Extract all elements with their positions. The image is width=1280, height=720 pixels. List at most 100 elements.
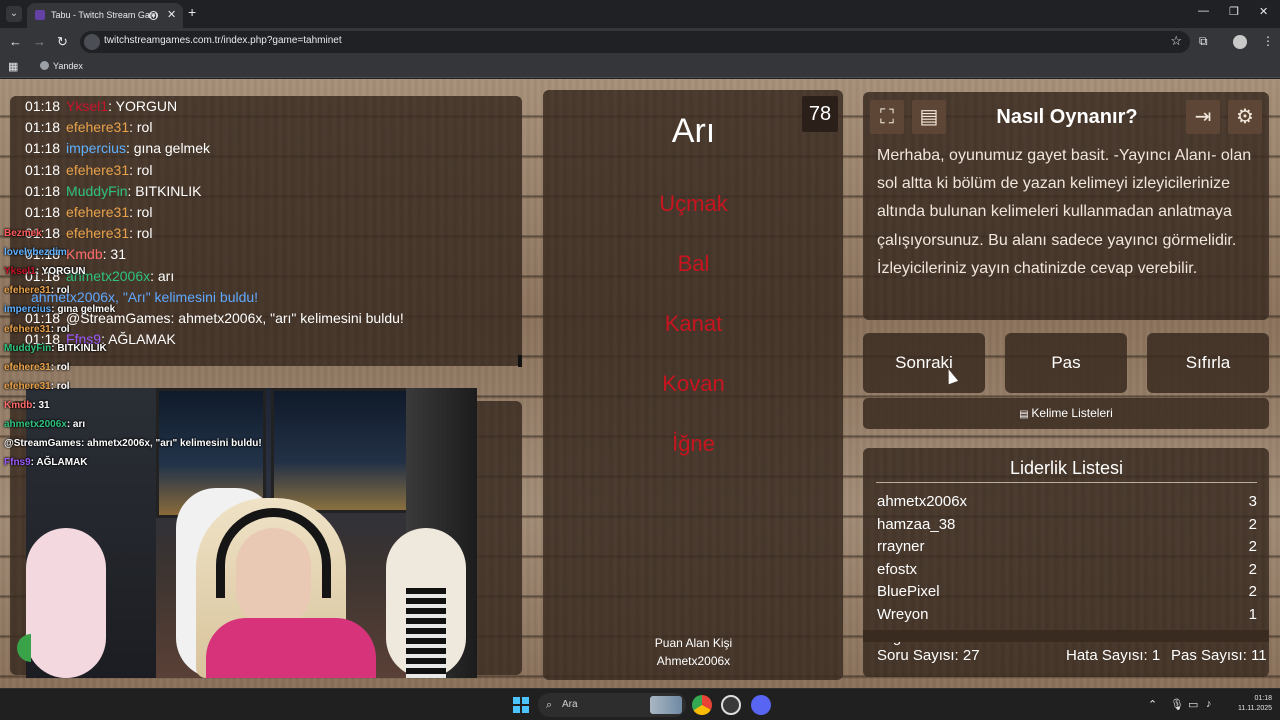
close-tab-icon[interactable]: ✕	[167, 3, 176, 27]
taskbar-search[interactable]: ⌕ Ara	[538, 693, 686, 717]
volume-icon[interactable]: ♪	[1206, 698, 1212, 710]
reload-button[interactable]: ↻	[57, 34, 68, 50]
word-lists-button[interactable]: ▤ Kelime Listeleri	[863, 398, 1269, 429]
site-info-icon[interactable]	[84, 34, 100, 50]
extensions-icon[interactable]: ⧉	[1199, 34, 1208, 49]
restore-button[interactable]: ❐	[1229, 5, 1239, 18]
obs-icon[interactable]	[721, 695, 741, 715]
chat-message: 01:18 efehere31: rol	[25, 202, 520, 223]
chat-scrollbar[interactable]	[518, 355, 522, 367]
forward-button[interactable]: →	[33, 34, 46, 49]
webcam-video	[26, 388, 477, 678]
chat-time: 01:18	[25, 182, 61, 199]
overlay-text: : rol	[50, 285, 70, 297]
chat-text: : rol	[129, 119, 153, 136]
chat-username[interactable]: Yksel1	[66, 98, 108, 114]
active-tab[interactable]: Tabu - Twitch Stream Gam ✕	[27, 3, 183, 28]
bookmark-yandex[interactable]: Yandex	[40, 61, 83, 71]
overlay-chat-message: efehere31: rol	[4, 324, 484, 335]
exit-icon[interactable]: ⇥	[1186, 100, 1220, 134]
taboo-word: Uçmak	[659, 191, 728, 216]
back-button[interactable]: ←	[9, 34, 22, 49]
overlay-chat-message: lovelybezdim	[4, 247, 484, 258]
clock-time: 01:18	[1254, 695, 1272, 702]
word-lists-label: Kelime Listeleri	[1031, 406, 1113, 420]
microphone-icon[interactable]: 🎙	[1170, 698, 1184, 711]
pass-button[interactable]: Pas	[1005, 333, 1127, 393]
chat-username[interactable]: efehere31	[66, 204, 129, 220]
network-icon[interactable]: ▭	[1188, 698, 1198, 711]
chat-time: 01:18	[25, 98, 61, 114]
chat-username[interactable]: efehere31	[66, 162, 129, 178]
taboo-word: Bal	[677, 251, 710, 276]
overlay-username: ahmetx2006x	[4, 419, 67, 430]
overlay-chat-message: efehere31: rol	[4, 381, 484, 392]
fullscreen-icon[interactable]: ⛶	[870, 100, 904, 134]
url-text[interactable]: twitchstreamgames.com.tr/index.php?game=…	[104, 35, 342, 46]
player-name: ahmetx2006x	[877, 493, 968, 510]
overlay-text: : AĞLAMAK	[30, 457, 88, 469]
chat-username[interactable]: impercius	[66, 140, 126, 156]
settings-icon[interactable]: ⚙	[1228, 100, 1262, 134]
taboo-word: Kanat	[664, 311, 723, 336]
overlay-username: efehere31	[4, 323, 51, 335]
recording-icon	[149, 11, 158, 20]
chat-username[interactable]: MuddyFin	[66, 183, 127, 199]
how-to-title: Nasıl Oynanır?	[996, 106, 1138, 128]
overlay-text: : ahmetx2006x, "arı" kelimesini buldu!	[81, 438, 262, 450]
overlay-text: : rol	[50, 361, 70, 373]
minimize-button[interactable]: —	[1198, 5, 1209, 17]
bookmark-star-icon[interactable]: ☆	[1170, 33, 1182, 49]
tab-title: Tabu - Twitch Stream Gam	[51, 10, 158, 20]
target-word: Arı	[671, 112, 716, 150]
chat-username[interactable]: efehere31	[66, 119, 129, 135]
player-score: 2	[1248, 538, 1257, 556]
taskbar: ⌕ Ara ⌃ 🎙 ▭ ♪ 01:18 11.11.2025	[0, 688, 1280, 720]
chrome-icon[interactable]	[692, 695, 712, 715]
overlay-username: efehere31	[4, 380, 51, 392]
chat-time: 01:18	[25, 203, 61, 220]
discord-icon[interactable]	[751, 695, 771, 715]
close-window-button[interactable]: ✕	[1259, 5, 1268, 18]
leaderboard-row: Wreyon 1	[877, 604, 1257, 627]
profile-avatar[interactable]	[1233, 35, 1247, 49]
player-score: 2	[1248, 583, 1257, 601]
apps-grid-icon[interactable]: ▦	[8, 60, 18, 73]
leaderboard-row: ahmetx2006x 3	[877, 491, 1257, 514]
player-name: hamzaa_38	[877, 515, 956, 533]
menu-icon[interactable]: ⋮	[1262, 34, 1274, 48]
start-button[interactable]	[513, 697, 529, 713]
chat-text: : rol	[129, 161, 153, 178]
tray-chevron-icon[interactable]: ⌃	[1148, 698, 1157, 711]
leaderboard-fade	[863, 630, 1269, 642]
chat-text: : gına gelmek	[125, 140, 211, 157]
player-score: 2	[1248, 515, 1257, 533]
bookmarks-bar: ▦ Yandex	[0, 56, 1280, 78]
chat-message: 01:18 efehere31: rol	[25, 117, 520, 138]
taboo-word: İğne	[672, 431, 715, 456]
overlay-username: MuddyFin	[4, 342, 52, 354]
overlay-chat-message: Yksel1: YORGUN	[4, 266, 484, 277]
chat-message: 01:18 Yksel1: YORGUN	[25, 96, 520, 117]
reset-button[interactable]: Sıfırla	[1147, 333, 1269, 393]
divider	[876, 482, 1257, 483]
overlay-text: : 31	[32, 399, 50, 411]
overlay-username: Kmdb	[4, 399, 33, 411]
taboo-word: Kovan	[662, 371, 725, 396]
questions-count: Soru Sayısı: 27	[877, 647, 980, 664]
overlay-text: : rol	[50, 323, 70, 335]
tab-strip: ⌄ Tabu - Twitch Stream Gam ✕ + — ❐ ✕	[0, 0, 1280, 28]
player-score: 1	[1248, 606, 1257, 623]
overlay-chat-message: efehere31: rol	[4, 285, 484, 296]
overlay-chat-message: Bezmek	[4, 228, 484, 239]
address-bar[interactable]: twitchstreamgames.com.tr/index.php?game=…	[80, 31, 1190, 53]
next-button[interactable]: Sonraki	[863, 333, 985, 393]
chat-time: 01:18	[25, 161, 61, 178]
chat-text: : BITKINLIK	[127, 182, 202, 199]
new-tab-button[interactable]: +	[188, 4, 196, 20]
scorer-label: Puan Alan Kişi	[654, 636, 733, 650]
tab-search-button[interactable]: ⌄	[6, 6, 22, 22]
twitch-favicon-icon	[35, 10, 45, 20]
clock[interactable]: 01:18 11.11.2025	[1226, 694, 1272, 714]
overlay-chat-message: MuddyFin: BITKINLIK	[4, 343, 484, 354]
